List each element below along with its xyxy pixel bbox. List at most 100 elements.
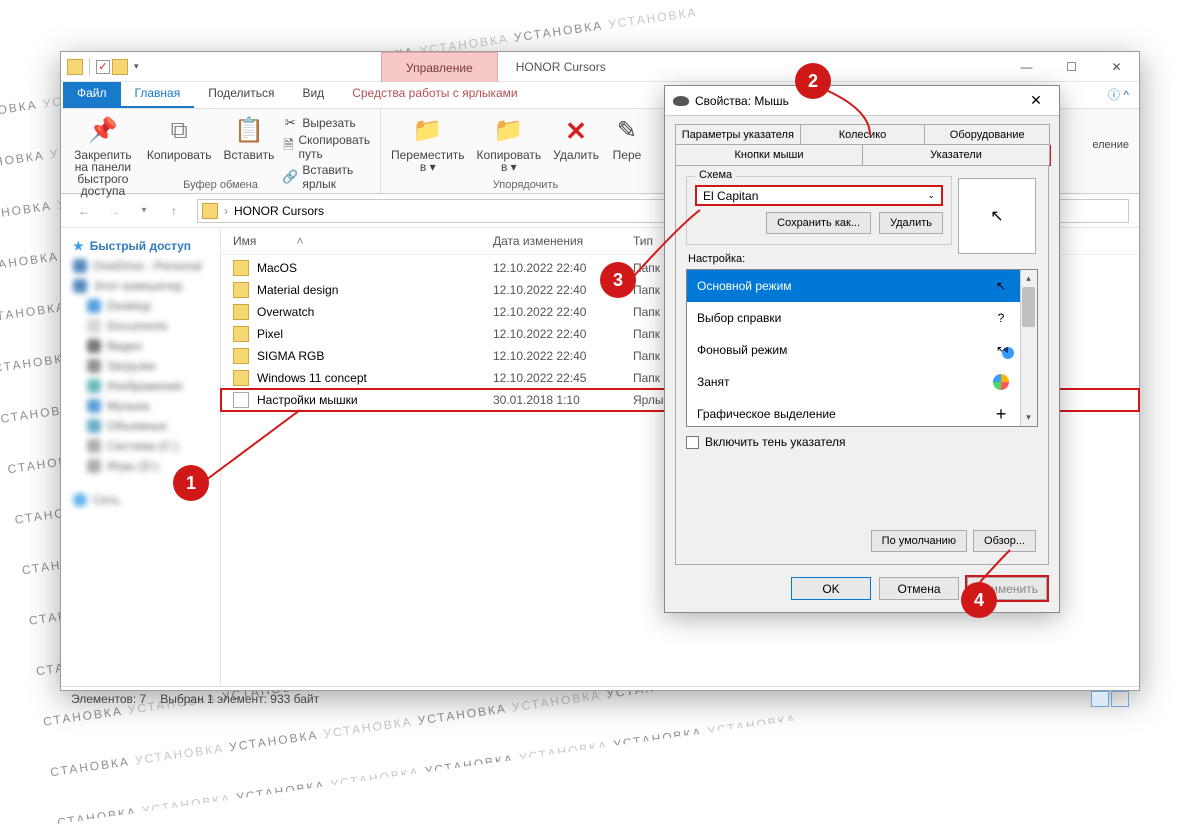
mouse-properties-dialog: Свойства: Мышь ✕ Параметры указателя Кол…	[664, 85, 1060, 613]
cursor-list[interactable]: ▴ ▾ Основной режим↖Выбор справки?Фоновый…	[686, 269, 1038, 427]
defaults-button[interactable]: По умолчанию	[871, 530, 967, 552]
tab-pointer-params[interactable]: Параметры указателя	[675, 124, 801, 145]
file-icon	[233, 260, 249, 276]
callout-3: 3	[600, 262, 636, 298]
file-icon	[233, 304, 249, 320]
sidebar-item[interactable]: Музыка	[67, 396, 214, 416]
breadcrumb-sep: ›	[224, 204, 228, 218]
sidebar-item[interactable]: Система (C:)	[67, 436, 214, 456]
move-to-button[interactable]: 📁Переместить в ▾	[387, 113, 469, 189]
breadcrumb[interactable]: HONOR Cursors	[234, 204, 324, 218]
dialog-close-button[interactable]: ✕	[1021, 92, 1051, 109]
callout-2: 2	[795, 63, 831, 99]
list-item[interactable]: Выбор справки?	[687, 302, 1020, 334]
tab-body: Схема El Capitan⌄ Сохранить как... Удали…	[675, 165, 1049, 565]
delete-button[interactable]: ✕Удалить	[549, 113, 603, 189]
scheme-label: Схема	[695, 169, 736, 181]
close-button[interactable]: ✕	[1094, 52, 1139, 81]
rename-button[interactable]: ✎Пере	[607, 113, 647, 189]
status-bar: Элементов: 7 Выбран 1 элемент: 933 байт	[61, 686, 1139, 710]
dialog-titlebar: Свойства: Мышь ✕	[665, 86, 1059, 116]
scroll-down-icon[interactable]: ▾	[1020, 409, 1037, 426]
dialog-footer: OK Отмена Применить	[665, 565, 1059, 612]
manage-context-tab[interactable]: Управление	[381, 52, 498, 82]
status-selection: Выбран 1 элемент: 933 байт	[160, 692, 319, 706]
cursor-preview-icon	[992, 373, 1010, 391]
cursor-preview-icon: ?	[992, 309, 1010, 327]
sidebar: ★Быстрый доступ OneDrive - Personal Этот…	[61, 228, 221, 686]
view-details-icon[interactable]	[1091, 691, 1109, 707]
shadow-checkbox-row[interactable]: Включить тень указателя	[686, 435, 1038, 449]
cut-button[interactable]: ✂Вырезать	[282, 115, 374, 131]
maximize-button[interactable]: ☐	[1049, 52, 1094, 81]
sidebar-item[interactable]: Изображения	[67, 376, 214, 396]
tab-file[interactable]: Файл	[63, 82, 121, 108]
cursor-preview-icon: +	[992, 405, 1010, 423]
list-item[interactable]: Графическое выделение+	[687, 398, 1020, 427]
sidebar-item[interactable]: Объемные	[67, 416, 214, 436]
shadow-label: Включить тень указателя	[705, 435, 846, 449]
up-button[interactable]: ↑	[161, 198, 187, 224]
sidebar-item[interactable]: Documents	[67, 316, 214, 336]
list-item[interactable]: Основной режим↖	[687, 270, 1020, 302]
scheme-group: Схема El Capitan⌄ Сохранить как... Удали…	[686, 176, 952, 245]
header-date[interactable]: Дата изменения	[493, 234, 633, 248]
cursor-preview-icon: ↖	[992, 341, 1010, 359]
tab-wheel[interactable]: Колесико	[800, 124, 926, 145]
ribbon-group-label: Упорядочить	[381, 179, 670, 191]
file-icon	[233, 392, 249, 408]
folder-icon	[67, 59, 83, 75]
scroll-thumb[interactable]	[1022, 287, 1035, 327]
tab-buttons[interactable]: Кнопки мыши	[675, 144, 863, 165]
ribbon-collapse-icon[interactable]: ⓘ ^	[1098, 82, 1139, 108]
cancel-button[interactable]: Отмена	[879, 577, 959, 600]
folder-icon[interactable]	[112, 59, 128, 75]
browse-button[interactable]: Обзор...	[973, 530, 1036, 552]
list-item[interactable]: Фоновый режим↖	[687, 334, 1020, 366]
folder-icon	[202, 203, 218, 219]
tab-shortcut-tools[interactable]: Средства работы с ярлыками	[338, 82, 531, 108]
separator	[89, 58, 90, 76]
recent-dropdown[interactable]: ▾	[131, 198, 157, 224]
file-icon	[233, 282, 249, 298]
ribbon-fragment: еление	[1092, 139, 1129, 151]
header-name[interactable]: Имя	[233, 234, 256, 248]
customize-label: Настройка:	[688, 253, 1038, 265]
file-icon	[233, 370, 249, 386]
qa-checkbox-icon[interactable]: ✓	[96, 60, 110, 74]
sidebar-item[interactable]: Desktop	[67, 296, 214, 316]
callout-1: 1	[173, 465, 209, 501]
file-icon	[233, 326, 249, 342]
cursor-preview: ↖	[958, 178, 1036, 254]
copy-to-button[interactable]: 📁Копировать в ▾	[473, 113, 546, 189]
tab-pointers[interactable]: Указатели	[862, 144, 1050, 165]
save-as-button[interactable]: Сохранить как...	[766, 212, 871, 234]
tab-view[interactable]: Вид	[288, 82, 338, 108]
back-button[interactable]: ←	[71, 198, 97, 224]
sidebar-item[interactable]: Видео	[67, 336, 214, 356]
delete-scheme-button[interactable]: Удалить	[879, 212, 943, 234]
cursor-preview-icon: ↖	[992, 277, 1010, 295]
chevron-down-icon: ⌄	[927, 190, 935, 201]
mouse-icon	[673, 96, 689, 106]
tab-share[interactable]: Поделиться	[194, 82, 288, 108]
scroll-up-icon[interactable]: ▴	[1020, 270, 1037, 287]
tab-home[interactable]: Главная	[121, 82, 195, 108]
list-item[interactable]: Занят	[687, 366, 1020, 398]
scheme-select[interactable]: El Capitan⌄	[695, 185, 943, 206]
sidebar-item[interactable]: Этот компьютер	[67, 276, 214, 296]
copy-path-button[interactable]: 🗎Скопировать путь	[282, 133, 374, 161]
checkbox-icon[interactable]	[686, 436, 699, 449]
tab-hardware[interactable]: Оборудование	[924, 124, 1050, 145]
forward-button[interactable]: →	[101, 198, 127, 224]
sidebar-item[interactable]: Загрузки	[67, 356, 214, 376]
view-icons-icon[interactable]	[1111, 691, 1129, 707]
qa-dropdown-icon[interactable]: ▾	[130, 61, 143, 72]
ribbon-group-label: Буфер обмена	[61, 179, 380, 191]
window-title: HONOR Cursors	[516, 52, 606, 82]
sidebar-quick-access[interactable]: ★Быстрый доступ	[67, 236, 214, 256]
minimize-button[interactable]: —	[1004, 52, 1049, 81]
sidebar-item[interactable]: OneDrive - Personal	[67, 256, 214, 276]
ok-button[interactable]: OK	[791, 577, 871, 600]
scrollbar[interactable]: ▴ ▾	[1020, 270, 1037, 426]
